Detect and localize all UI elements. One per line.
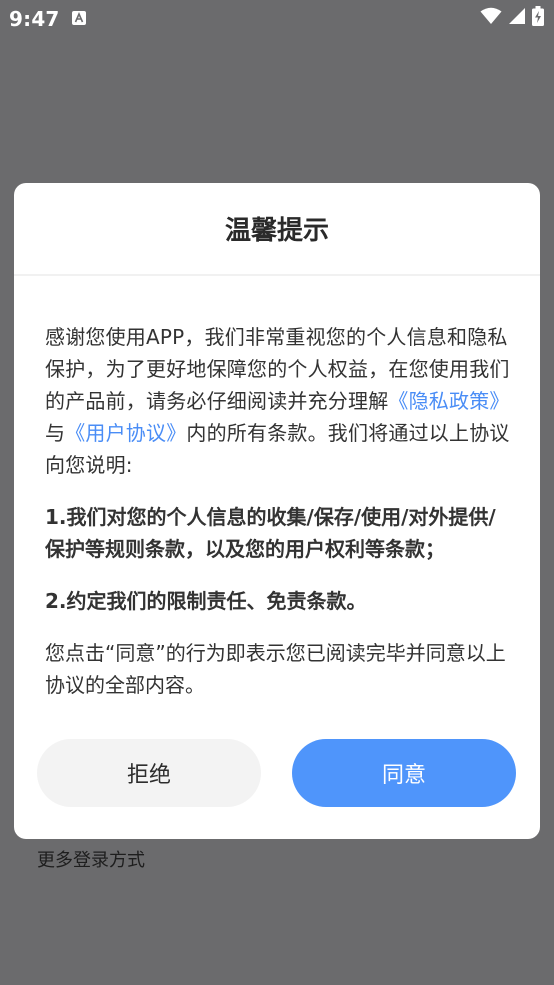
a-notification-icon <box>72 11 86 25</box>
battery-charging-icon <box>532 6 544 26</box>
privacy-dialog: 温馨提示 感谢您使用APP，我们非常重视您的个人信息和隐私保护，为了更好地保障您… <box>14 183 540 839</box>
clause-item-2: 2.约定我们的限制责任、免责条款。 <box>45 589 367 613</box>
wifi-icon <box>480 7 502 24</box>
dialog-title: 温馨提示 <box>224 216 329 246</box>
status-icons <box>480 6 544 26</box>
intro-paragraph: 感谢您使用APP，我们非常重视您的个人信息和隐私保护，为了更好地保障您的个人权益… <box>45 321 513 481</box>
connector-text: 与 <box>45 421 66 445</box>
user-agreement-link[interactable]: 《用户协议》 <box>65 421 186 445</box>
reject-button[interactable]: 拒绝 <box>37 739 261 807</box>
dialog-body: 感谢您使用APP，我们非常重视您的个人信息和隐私保护，为了更好地保障您的个人权益… <box>45 321 513 701</box>
clause-item-1: 1.我们对您的个人信息的收集/保存/使用/对外提供/保护等规则条款，以及您的用户… <box>45 505 496 561</box>
agree-button[interactable]: 同意 <box>292 739 516 807</box>
more-login-options-link: 更多登录方式 <box>37 850 145 871</box>
signal-icon <box>509 8 525 24</box>
status-time: 9:47 <box>9 7 60 31</box>
status-bar: 9:47 <box>0 0 554 36</box>
privacy-policy-link[interactable]: 《隐私政策》 <box>388 389 509 413</box>
closing-paragraph: 您点击“同意”的行为即表示您已阅读完毕并同意以上协议的全部内容。 <box>45 641 506 697</box>
dialog-divider <box>14 274 540 276</box>
